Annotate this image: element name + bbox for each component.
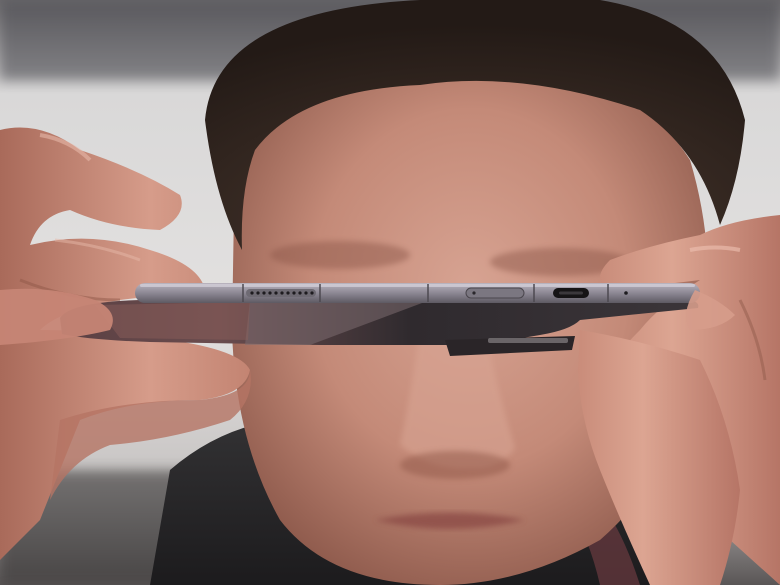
phone-glass-reflection-left (95, 302, 250, 340)
photo-scene (0, 0, 780, 585)
speaker-grille (246, 289, 316, 297)
left-brow (270, 241, 410, 269)
nose-shadow (400, 451, 510, 479)
hinge-highlight (488, 338, 568, 343)
phone-frame-highlight (140, 284, 695, 287)
photo-canvas (0, 0, 780, 585)
microphone-hole (624, 291, 628, 295)
usb-c-tongue (559, 291, 583, 295)
sim-eject-hole (472, 291, 476, 295)
